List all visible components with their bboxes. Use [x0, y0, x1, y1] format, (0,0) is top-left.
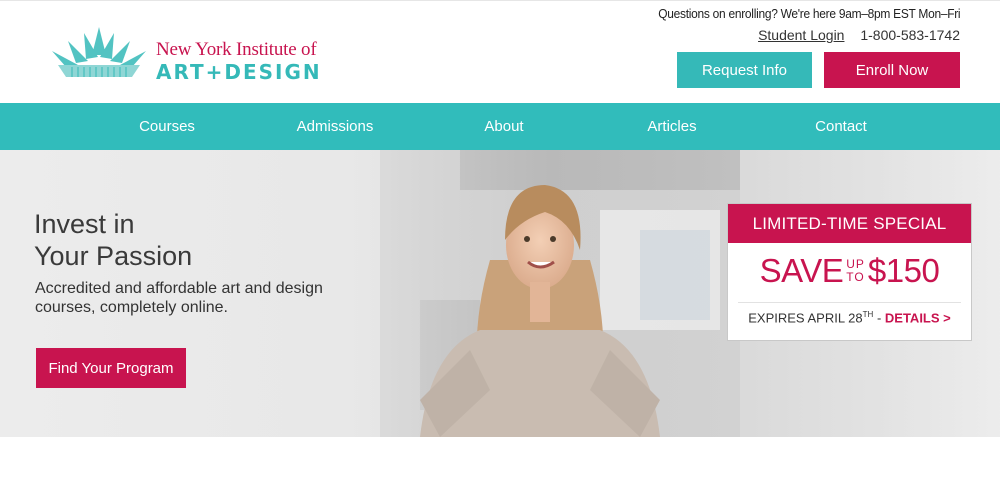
hero-title-line1: Invest in	[34, 209, 135, 239]
promo-separator: -	[873, 310, 885, 326]
hero-title: Invest in Your Passion	[34, 208, 192, 272]
lotus-logo-icon	[52, 27, 146, 77]
find-your-program-button[interactable]: Find Your Program	[36, 348, 186, 388]
promo-divider	[738, 302, 961, 303]
nav-item-about[interactable]: About	[484, 103, 523, 150]
hero-title-line2: Your Passion	[34, 241, 193, 271]
promo-heading: LIMITED-TIME SPECIAL	[728, 204, 971, 243]
promo-card[interactable]: LIMITED-TIME SPECIAL SAVE UP TO $150 EXP…	[727, 203, 972, 341]
promo-expiry-suffix: TH	[862, 310, 874, 319]
nav-item-admissions[interactable]: Admissions	[297, 103, 374, 150]
promo-to: TO	[846, 270, 865, 284]
phone-number[interactable]: 1-800-583-1742	[860, 27, 960, 43]
logo-text-line2: ART+DESIGN	[156, 60, 322, 84]
student-login-link[interactable]: Student Login	[758, 27, 844, 43]
site-logo[interactable]: New York Institute of ART+DESIGN	[48, 25, 348, 84]
promo-details-link[interactable]: DETAILS >	[885, 310, 951, 325]
hero-banner: Invest in Your Passion Accredited and af…	[0, 150, 1000, 437]
nav-item-contact[interactable]: Contact	[815, 103, 867, 150]
main-nav: Courses Admissions About Articles Contac…	[0, 103, 1000, 150]
promo-save-word: SAVE	[759, 252, 844, 289]
enrollment-hours-note: Questions on enrolling? We're here 9am–8…	[657, 6, 960, 21]
nav-item-courses[interactable]: Courses	[139, 103, 195, 150]
logo-text-line1: New York Institute of	[156, 39, 317, 60]
login-phone-row: Student Login 1-800-583-1742	[758, 27, 960, 43]
site-header: New York Institute of ART+DESIGN Questio…	[0, 0, 1000, 103]
promo-amount: $150	[867, 252, 940, 289]
request-info-button[interactable]: Request Info	[677, 52, 812, 88]
hero-subtitle: Accredited and affordable art and design…	[35, 280, 323, 316]
promo-expiry: EXPIRES APRIL 28TH - DETAILS >	[728, 310, 971, 325]
promo-save-row: SAVE UP TO $150	[728, 252, 971, 290]
promo-up-to: UP TO	[846, 258, 865, 284]
enroll-now-button[interactable]: Enroll Now	[824, 52, 960, 88]
nav-item-articles[interactable]: Articles	[647, 103, 696, 150]
promo-expiry-date: EXPIRES APRIL 28	[748, 310, 863, 326]
